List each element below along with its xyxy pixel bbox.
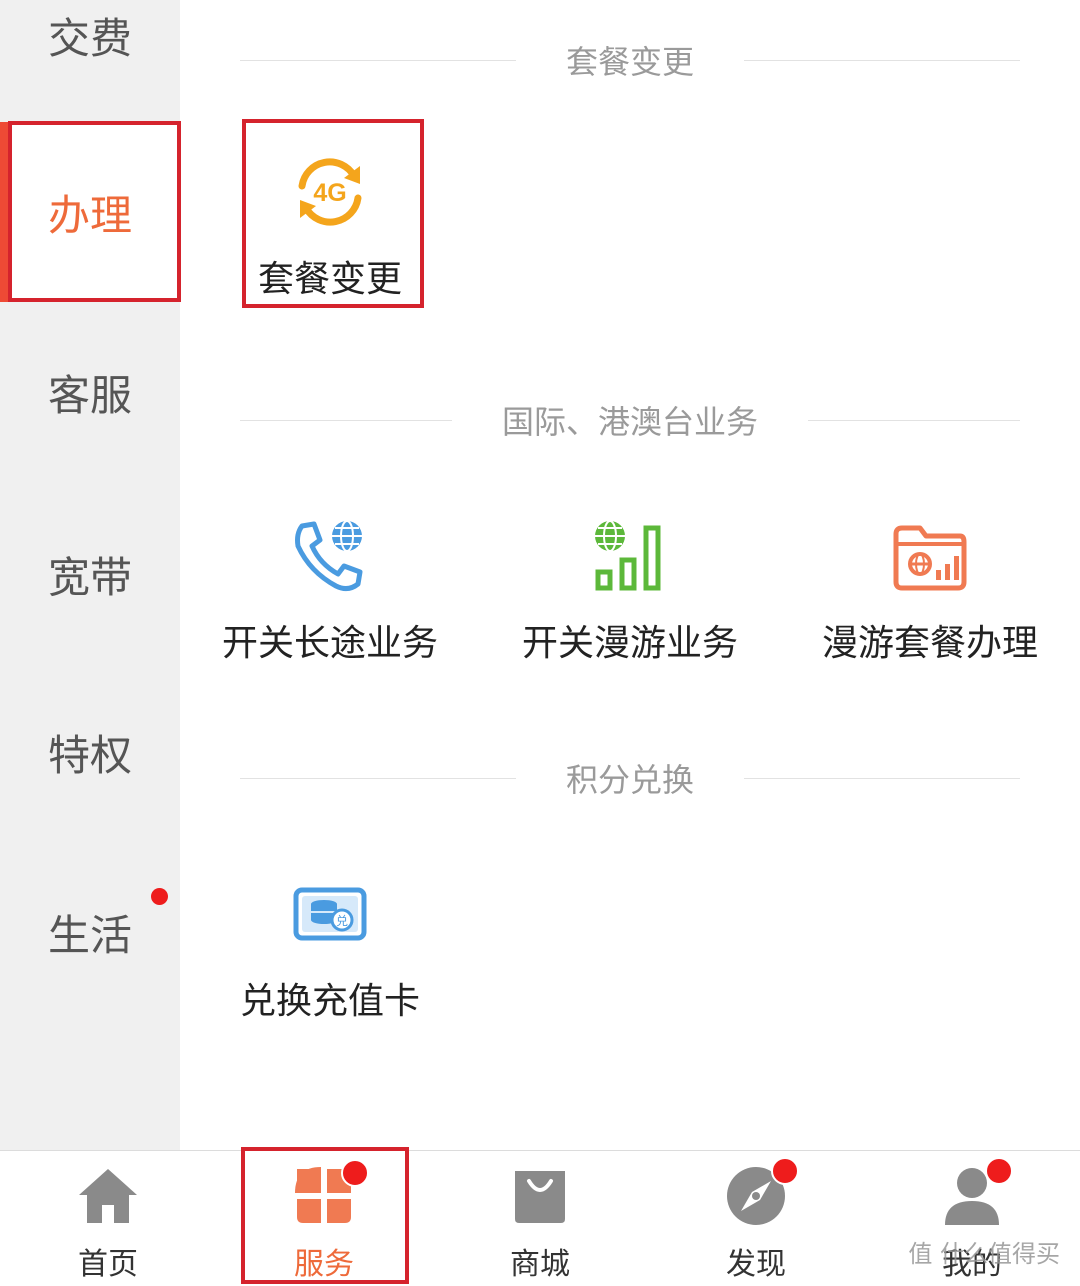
person-icon-wrap	[941, 1157, 1013, 1227]
tab-label: 首页	[78, 1247, 138, 1282]
tile-label: 兑换充值卡	[239, 981, 420, 1022]
globe-signal-icon	[595, 520, 661, 591]
4g-cycle-icon: 4G	[298, 158, 362, 226]
sidebar-item-label: 交费	[47, 13, 132, 63]
tile-label: 开关漫游业务	[521, 623, 738, 664]
category-sidebar: 交费 办理 客服 宽带 特权 生活	[0, 0, 180, 1150]
tile-roaming-package[interactable]: 漫游套餐办理	[810, 490, 1050, 670]
sidebar-item-label: 客服	[47, 370, 132, 420]
sidebar-item-life[interactable]: 生活	[0, 842, 180, 1022]
section-title: 国际、港澳台业务	[502, 403, 759, 441]
tab-home[interactable]: 首页	[0, 1151, 216, 1286]
section-title: 积分兑换	[566, 761, 695, 799]
divider	[744, 777, 1021, 779]
phone-globe-icon	[295, 520, 363, 592]
shopping-bag-icon	[515, 1171, 565, 1223]
folder-globe-icon	[893, 525, 967, 591]
tab-discover[interactable]: 发现	[648, 1151, 864, 1286]
tile-label: 开关长途业务	[221, 623, 438, 664]
notification-dot	[151, 888, 168, 905]
svg-text:4G: 4G	[313, 179, 346, 207]
sidebar-item-broadband[interactable]: 宽带	[0, 484, 180, 664]
divider	[808, 419, 1021, 421]
notification-badge	[341, 1159, 369, 1187]
tile-roaming-switch[interactable]: 开关漫游业务	[510, 490, 750, 670]
tile-label: 套餐变更	[257, 259, 402, 300]
tile-label: 漫游套餐办理	[821, 623, 1038, 664]
divider	[240, 777, 516, 779]
svg-text:兑: 兑	[336, 914, 348, 928]
tile-long-distance[interactable]: 开关长途业务	[210, 490, 450, 670]
clover-icon-wrap	[293, 1159, 369, 1227]
home-icon	[79, 1169, 137, 1223]
divider	[240, 59, 516, 61]
sidebar-item-label: 办理	[47, 190, 132, 240]
tab-service[interactable]: 服务	[216, 1151, 432, 1286]
tile-package-change[interactable]: 4G 套餐变更	[210, 126, 450, 306]
divider	[744, 59, 1021, 61]
sidebar-item-label: 生活	[47, 910, 132, 960]
active-indicator	[0, 122, 8, 302]
section-header: 积分兑换	[240, 758, 1021, 799]
tab-label: 商城	[510, 1247, 570, 1282]
sidebar-item-label: 宽带	[47, 552, 132, 602]
sidebar-item-payment[interactable]: 交费	[0, 0, 180, 125]
sidebar-item-handle[interactable]: 办理	[0, 122, 180, 302]
bottom-tab-bar: 首页 服务 商城 发现 我的 值 什么值得买	[0, 1150, 1080, 1285]
tile-redeem-card[interactable]: 兑 兑换充值卡	[210, 848, 450, 1028]
tab-label: 服务	[294, 1247, 354, 1282]
card-exchange-icon: 兑	[293, 887, 367, 941]
notification-badge	[985, 1157, 1013, 1185]
section-header: 套餐变更	[240, 40, 1021, 81]
divider	[240, 419, 452, 421]
section-title: 套餐变更	[566, 43, 695, 81]
section-header: 国际、港澳台业务	[240, 400, 1021, 441]
watermark: 值 什么值得买	[908, 1240, 1060, 1268]
sidebar-item-privilege[interactable]: 特权	[0, 662, 180, 842]
tab-mall[interactable]: 商城	[432, 1151, 648, 1286]
notification-badge	[771, 1157, 799, 1185]
sidebar-item-label: 特权	[47, 730, 132, 780]
tab-label: 发现	[726, 1247, 786, 1282]
compass-icon-wrap	[725, 1157, 799, 1227]
sidebar-item-customer-service[interactable]: 客服	[0, 302, 180, 482]
